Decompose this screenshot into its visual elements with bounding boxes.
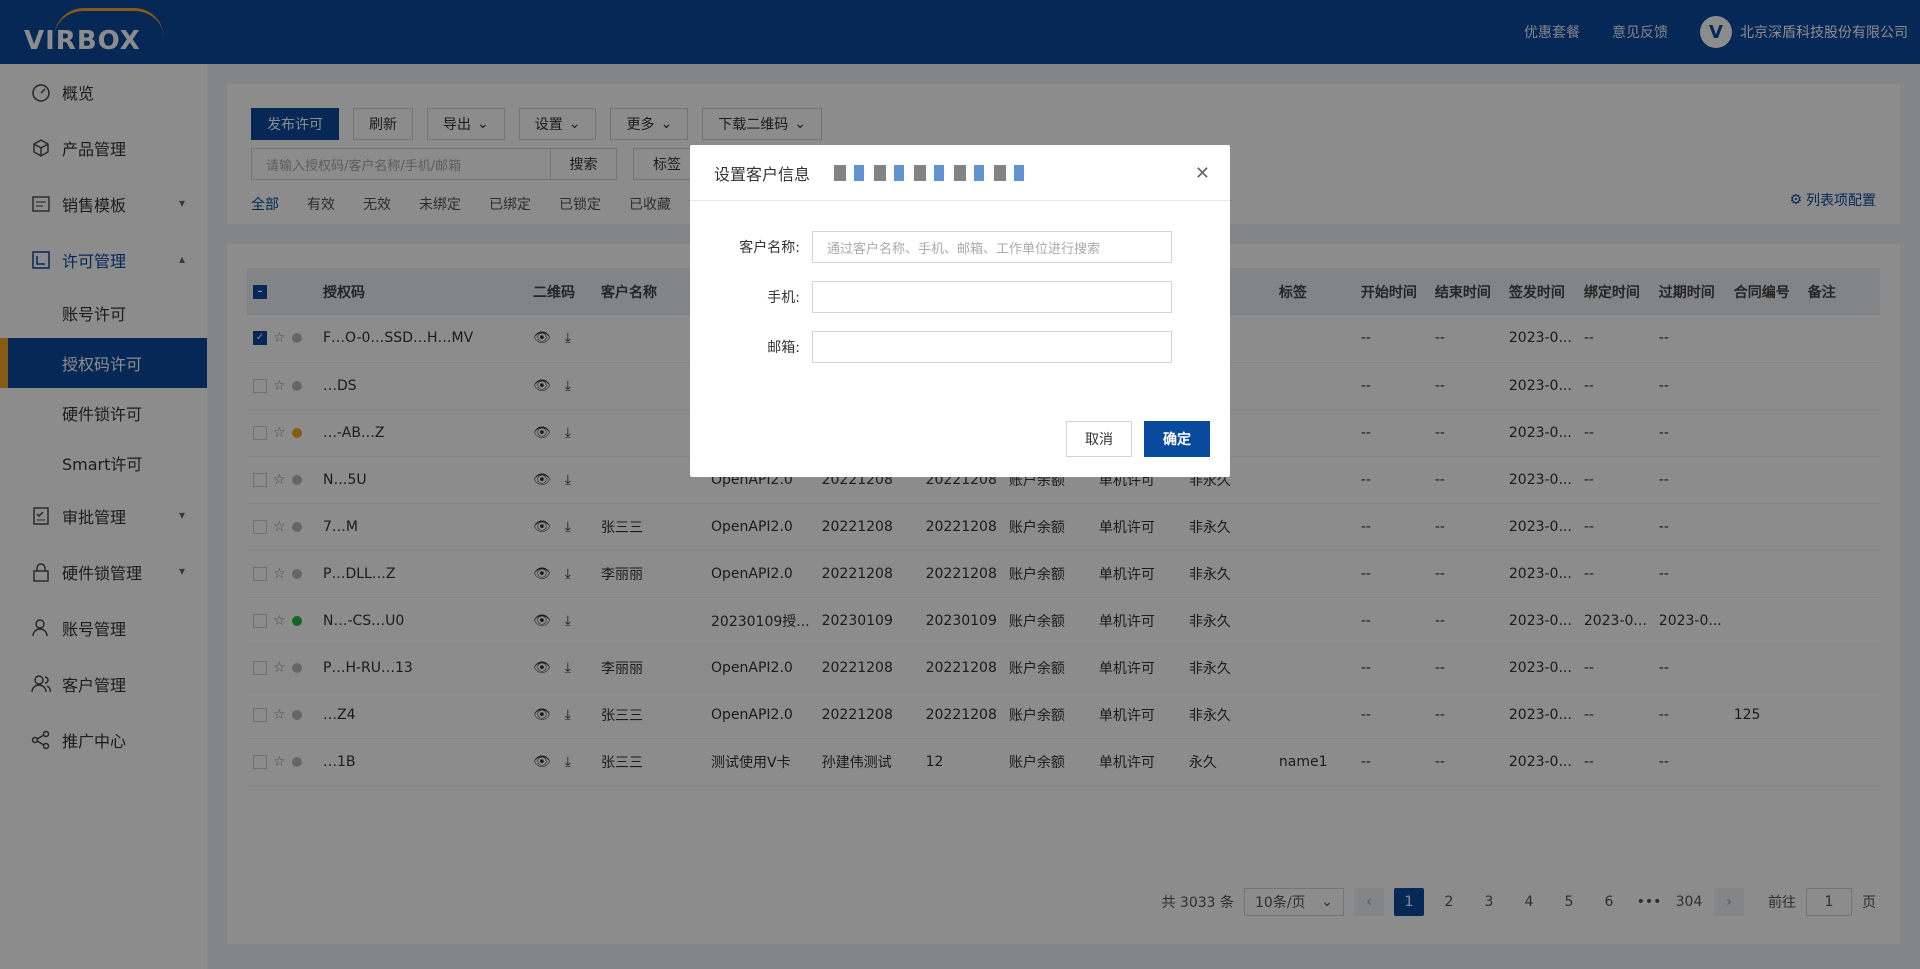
confirm-button[interactable]: 确定: [1144, 421, 1210, 457]
phone-input[interactable]: [812, 281, 1172, 313]
email-label: 邮箱:: [767, 340, 800, 356]
email-row: 邮箱:: [714, 331, 1172, 363]
cancel-button[interactable]: 取消: [1066, 421, 1132, 457]
customer-name-label: 客户名称:: [739, 240, 800, 256]
customer-name-row: 客户名称: 通过客户名称、手机、邮箱、工作单位进行搜索: [714, 231, 1172, 263]
dialog-header: 设置客户信息 ✕: [690, 145, 1230, 201]
customer-name-input[interactable]: 通过客户名称、手机、邮箱、工作单位进行搜索: [812, 231, 1172, 263]
email-input[interactable]: [812, 331, 1172, 363]
dialog-title: 设置客户信息: [714, 164, 811, 184]
customer-info-dialog: 设置客户信息 ✕ 客户名称: 通过客户名称、手机、邮箱、工作单位进行搜索 手机:…: [690, 145, 1230, 477]
masked-auth-code: [834, 164, 1025, 181]
phone-label: 手机:: [767, 290, 800, 306]
close-icon[interactable]: ✕: [1195, 163, 1210, 184]
dialog-footer: 取消 确定: [1066, 421, 1210, 457]
phone-row: 手机:: [714, 281, 1172, 313]
